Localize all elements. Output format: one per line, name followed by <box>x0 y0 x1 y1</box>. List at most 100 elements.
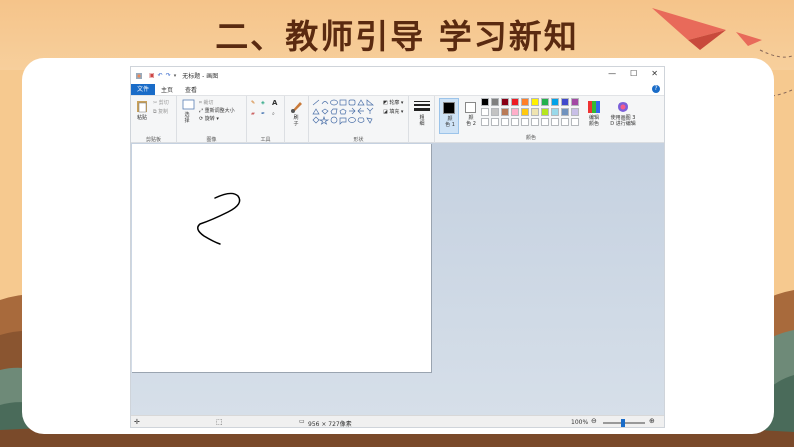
size-label[interactable]: 粗 细 <box>415 115 429 127</box>
palette-swatch[interactable] <box>541 108 549 116</box>
zoom-out-button[interactable]: ⊖ <box>591 417 597 425</box>
palette-swatch[interactable] <box>501 108 509 116</box>
palette-swatch[interactable] <box>561 98 569 106</box>
copy-button[interactable]: ⧉ 复制 <box>153 108 168 115</box>
cut-button[interactable]: ✂ 剪切 <box>153 99 169 106</box>
palette-swatch[interactable] <box>521 98 529 106</box>
palette-swatch[interactable] <box>511 118 519 126</box>
clipboard-group-label: 剪贴板 <box>145 137 161 143</box>
palette-swatch[interactable] <box>551 118 559 126</box>
colors-group-label: 颜色 <box>525 135 536 141</box>
tools-group-label: 工具 <box>260 137 271 143</box>
color1-swatch <box>443 102 455 114</box>
quick-access-dropdown-icon[interactable]: ▾ <box>174 73 177 79</box>
color-picker-icon[interactable]: ✒ <box>261 111 265 117</box>
palette-swatch[interactable] <box>541 118 549 126</box>
image-group-label: 图像 <box>206 137 217 143</box>
color-wheel-icon <box>588 101 600 113</box>
magnifier-icon[interactable]: ⌕ <box>272 111 275 117</box>
menu-home[interactable]: 主页 <box>155 85 179 94</box>
save-icon[interactable]: ▣ <box>149 72 155 79</box>
paint-window: ▣ ↶ ↷ ▾ 无标题 - 画图 — ☐ ✕ 文件 主页 查看 ? 粘贴 ✂ 剪… <box>130 66 665 428</box>
palette-swatch[interactable] <box>491 118 499 126</box>
palette-swatch[interactable] <box>551 108 559 116</box>
palette-swatch[interactable] <box>511 108 519 116</box>
color1-label: 颜 色 1 <box>445 116 455 128</box>
select-label[interactable]: 选 择 <box>180 112 194 124</box>
brush-icon[interactable] <box>290 99 304 113</box>
pencil-icon[interactable]: ✎ <box>251 100 255 106</box>
select-icon[interactable] <box>182 99 195 110</box>
palette-swatch[interactable] <box>561 108 569 116</box>
palette-swatch[interactable] <box>531 108 539 116</box>
ribbon: 粘贴 ✂ 剪切 ⧉ 复制 剪贴板 选 择 ⌗ 裁切 ⤢ 重新调整大小 ⟳ 旋转 … <box>131 95 664 144</box>
palette-swatch[interactable] <box>521 108 529 116</box>
title-bar: ▣ ↶ ↷ ▾ 无标题 - 画图 — ☐ ✕ <box>131 67 664 84</box>
palette-swatch[interactable] <box>481 108 489 116</box>
paint3d-icon <box>618 102 628 112</box>
crop-button[interactable]: ⌗ 裁切 <box>199 99 213 106</box>
zoom-level: 100% <box>571 419 589 426</box>
palette-swatch[interactable] <box>571 118 579 126</box>
maximize-button[interactable]: ☐ <box>630 69 637 78</box>
palette-swatch[interactable] <box>561 118 569 126</box>
paint3d-button[interactable]: 使用画图 3 D 进行编辑 <box>607 98 639 134</box>
palette-swatch[interactable] <box>511 98 519 106</box>
zoom-in-button[interactable]: ⊕ <box>649 417 655 425</box>
palette-swatch[interactable] <box>571 108 579 116</box>
rotate-button[interactable]: ⟳ 旋转 ▾ <box>199 115 219 122</box>
zoom-slider-thumb[interactable] <box>621 419 625 427</box>
paste-label[interactable]: 粘贴 <box>134 115 150 121</box>
slide-title: 二、教师引导 学习新知 <box>215 17 579 56</box>
shapes-group-label: 形状 <box>353 137 364 143</box>
undo-icon[interactable]: ↶ <box>158 72 163 79</box>
text-icon[interactable]: A <box>272 99 277 107</box>
fill-icon[interactable]: ◈ <box>261 100 265 106</box>
color2-swatch <box>465 102 476 113</box>
help-icon[interactable]: ? <box>652 85 660 93</box>
shape-outline-button[interactable]: ◩ 轮廓 ▾ <box>383 99 403 106</box>
palette-swatch[interactable] <box>521 118 529 126</box>
brushes-label[interactable]: 刷 子 <box>289 115 303 127</box>
palette-swatch[interactable] <box>531 98 539 106</box>
close-button[interactable]: ✕ <box>651 69 658 78</box>
paste-icon[interactable] <box>136 99 148 113</box>
tools-group: ✎ ◈ A ▰ ✒ ⌕ 工具 <box>247 96 285 144</box>
minimize-button[interactable]: — <box>608 69 616 78</box>
drawing-canvas[interactable] <box>132 144 432 373</box>
canvas-drawing <box>197 192 241 245</box>
shape-fill-button[interactable]: ◪ 填充 ▾ <box>383 108 403 115</box>
shapes-gallery[interactable] <box>312 99 382 127</box>
canvas-workspace <box>131 143 664 415</box>
menu-view[interactable]: 查看 <box>179 85 203 94</box>
cursor-position-icon: ✛ <box>134 418 140 426</box>
zoom-slider[interactable] <box>603 419 645 427</box>
palette-swatch[interactable] <box>551 98 559 106</box>
palette-swatch[interactable] <box>491 108 499 116</box>
color2-button[interactable]: 颜 色 2 <box>462 98 480 134</box>
color2-label: 颜 色 2 <box>466 115 476 127</box>
palette-swatch[interactable] <box>531 118 539 126</box>
eraser-icon[interactable]: ▰ <box>251 111 255 117</box>
redo-icon[interactable]: ↷ <box>166 72 171 79</box>
menu-file[interactable]: 文件 <box>131 84 156 95</box>
brushes-group: 刷 子 <box>285 96 309 144</box>
size-lines-icon[interactable] <box>414 100 430 112</box>
color1-button[interactable]: 颜 色 1 <box>439 98 459 134</box>
palette-swatch[interactable] <box>481 98 489 106</box>
window-title: 无标题 - 画图 <box>182 73 219 80</box>
palette-swatch[interactable] <box>501 98 509 106</box>
palette-swatch[interactable] <box>541 98 549 106</box>
edit-colors-label: 编辑 颜色 <box>588 115 599 127</box>
window-controls: — ☐ ✕ <box>608 69 658 78</box>
resize-button[interactable]: ⤢ 重新调整大小 <box>199 107 235 114</box>
shapes-group: ◩ 轮廓 ▾ ◪ 填充 ▾ 形状 <box>309 96 409 144</box>
edit-colors-button[interactable]: 编辑 颜色 <box>585 98 603 134</box>
palette-swatch[interactable] <box>491 98 499 106</box>
image-size-icon: ▭ <box>299 418 305 425</box>
paint-app-icon <box>136 72 142 79</box>
menu-bar: 文件 主页 查看 ? <box>131 84 664 95</box>
palette-swatch[interactable] <box>501 118 509 126</box>
palette-swatch[interactable] <box>481 118 489 126</box>
palette-swatch[interactable] <box>571 98 579 106</box>
